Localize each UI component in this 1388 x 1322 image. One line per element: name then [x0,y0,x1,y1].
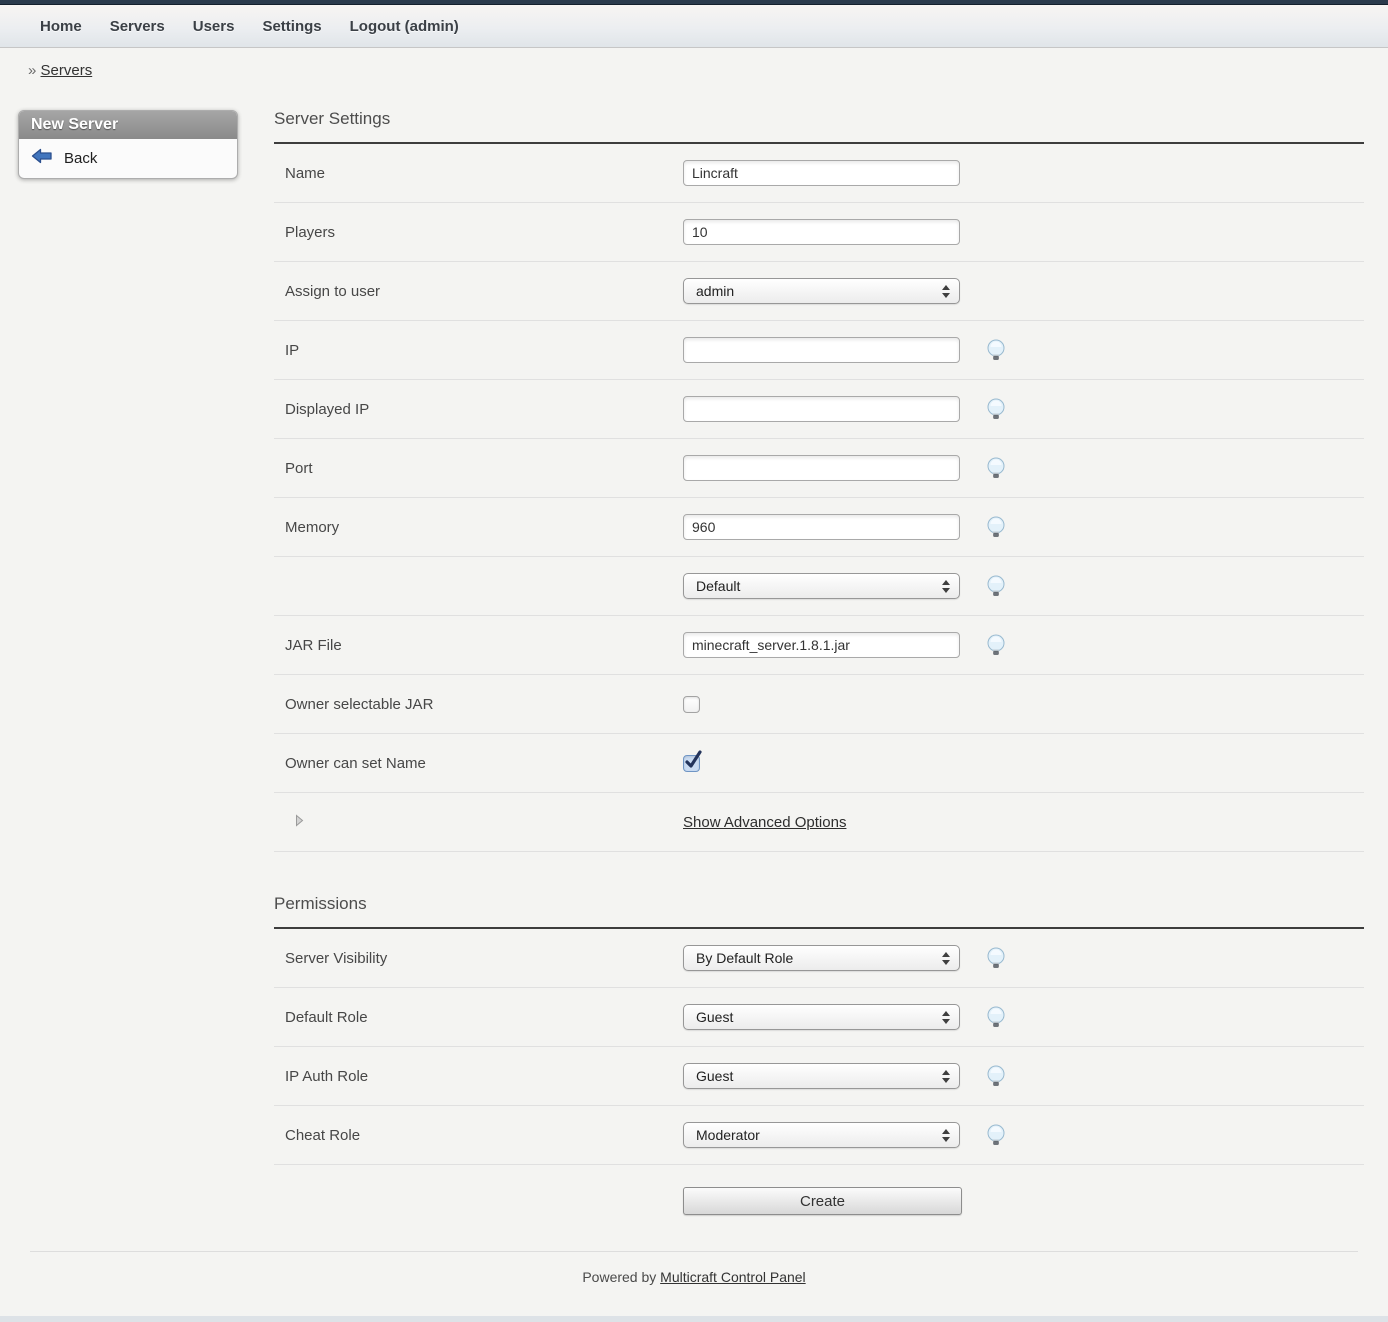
displayed-ip-hint-bulb-icon[interactable] [986,398,1006,420]
default-role-hint-bulb-icon[interactable] [986,1006,1006,1028]
port-label: Port [274,460,683,477]
row-ip-auth-role: IP Auth Role Guest [274,1047,1364,1106]
name-label: Name [274,165,683,182]
stepper-arrows-icon [942,285,950,298]
new-server-panel: New Server Back [18,110,238,179]
players-input[interactable] [683,219,960,245]
row-memory: Memory [274,498,1364,557]
displayed-ip-input[interactable] [683,396,960,422]
main-navbar: Home Servers Users Settings Logout (admi… [0,5,1388,48]
owner-selectable-jar-checkbox[interactable] [683,696,700,713]
port-input[interactable] [683,455,960,481]
default-role-select[interactable]: Guest [683,1004,960,1030]
jar-file-label: JAR File [274,637,683,654]
stepper-arrows-icon [942,1011,950,1024]
nav-item-users[interactable]: Users [193,18,235,35]
stepper-arrows-icon [942,1129,950,1142]
back-arrow-icon [31,148,53,168]
cheat-role-hint-bulb-icon[interactable] [986,1124,1006,1146]
footer: Powered by Multicraft Control Panel [0,1252,1388,1285]
default-select-value: Default [696,578,740,594]
displayed-ip-label: Displayed IP [274,401,683,418]
ip-auth-role-value: Guest [696,1068,733,1084]
create-button[interactable]: Create [683,1187,962,1215]
ip-auth-role-label: IP Auth Role [274,1068,683,1085]
cheat-role-label: Cheat Role [274,1127,683,1144]
row-advanced-options: Show Advanced Options [274,793,1364,852]
nav-item-servers[interactable]: Servers [110,18,165,35]
permissions-heading: Permissions [274,894,1364,914]
ip-hint-bulb-icon[interactable] [986,339,1006,361]
row-players: Players [274,203,1364,262]
jar-file-hint-bulb-icon[interactable] [986,634,1006,656]
breadcrumb-servers-link[interactable]: Servers [41,62,93,79]
breadcrumb-marker: » [28,62,36,79]
multicraft-link[interactable]: Multicraft Control Panel [660,1269,806,1285]
ip-input[interactable] [683,337,960,363]
panel-title: New Server [19,111,237,139]
owner-can-set-name-label: Owner can set Name [274,755,683,772]
cheat-role-value: Moderator [696,1127,760,1143]
server-visibility-value: By Default Role [696,950,793,966]
nav-item-logout[interactable]: Logout (admin) [350,18,459,35]
jar-file-input[interactable] [683,632,960,658]
ip-auth-role-hint-bulb-icon[interactable] [986,1065,1006,1087]
server-visibility-label: Server Visibility [274,950,683,967]
stepper-arrows-icon [942,580,950,593]
players-label: Players [274,224,683,241]
nav-item-settings[interactable]: Settings [262,18,321,35]
row-jar-file: JAR File [274,616,1364,675]
server-settings-heading: Server Settings [274,109,1364,129]
stepper-arrows-icon [942,1070,950,1083]
row-owner-selectable-jar: Owner selectable JAR [274,675,1364,734]
assign-to-user-label: Assign to user [274,283,683,300]
row-owner-can-set-name: Owner can set Name [274,734,1364,793]
default-role-label: Default Role [274,1009,683,1026]
disclosure-triangle-icon[interactable] [295,814,304,831]
back-label: Back [64,150,97,167]
back-button[interactable]: Back [31,148,227,168]
memory-hint-bulb-icon[interactable] [986,516,1006,538]
nav-item-home[interactable]: Home [40,18,82,35]
port-hint-bulb-icon[interactable] [986,457,1006,479]
ip-auth-role-select[interactable]: Guest [683,1063,960,1089]
cheat-role-select[interactable]: Moderator [683,1122,960,1148]
row-port: Port [274,439,1364,498]
server-form: Server Settings Name Players Assign to u… [274,109,1364,1237]
name-input[interactable] [683,160,960,186]
row-ip: IP [274,321,1364,380]
row-displayed-ip: Displayed IP [274,380,1364,439]
assign-to-user-value: admin [696,283,734,299]
row-name: Name [274,144,1364,203]
show-advanced-options-link[interactable]: Show Advanced Options [683,814,846,831]
bottom-edge-strip [0,1316,1388,1322]
breadcrumb: » Servers [28,62,1388,79]
memory-input[interactable] [683,514,960,540]
assign-to-user-select[interactable]: admin [683,278,960,304]
default-select[interactable]: Default [683,573,960,599]
row-default-role: Default Role Guest [274,988,1364,1047]
powered-by-text: Powered by [582,1269,656,1285]
row-cheat-role: Cheat Role Moderator [274,1106,1364,1165]
owner-selectable-jar-label: Owner selectable JAR [274,696,683,713]
default-hint-bulb-icon[interactable] [986,575,1006,597]
row-create: Create [274,1165,1364,1237]
memory-label: Memory [274,519,683,536]
owner-can-set-name-checkbox[interactable] [683,755,700,772]
row-server-visibility: Server Visibility By Default Role [274,929,1364,988]
server-visibility-hint-bulb-icon[interactable] [986,947,1006,969]
row-assign-to-user: Assign to user admin [274,262,1364,321]
default-role-value: Guest [696,1009,733,1025]
page-content: » Servers New Server Back Server Setting… [0,62,1388,1285]
server-visibility-select[interactable]: By Default Role [683,945,960,971]
ip-label: IP [274,342,683,359]
stepper-arrows-icon [942,952,950,965]
row-default-select: Default [274,557,1364,616]
